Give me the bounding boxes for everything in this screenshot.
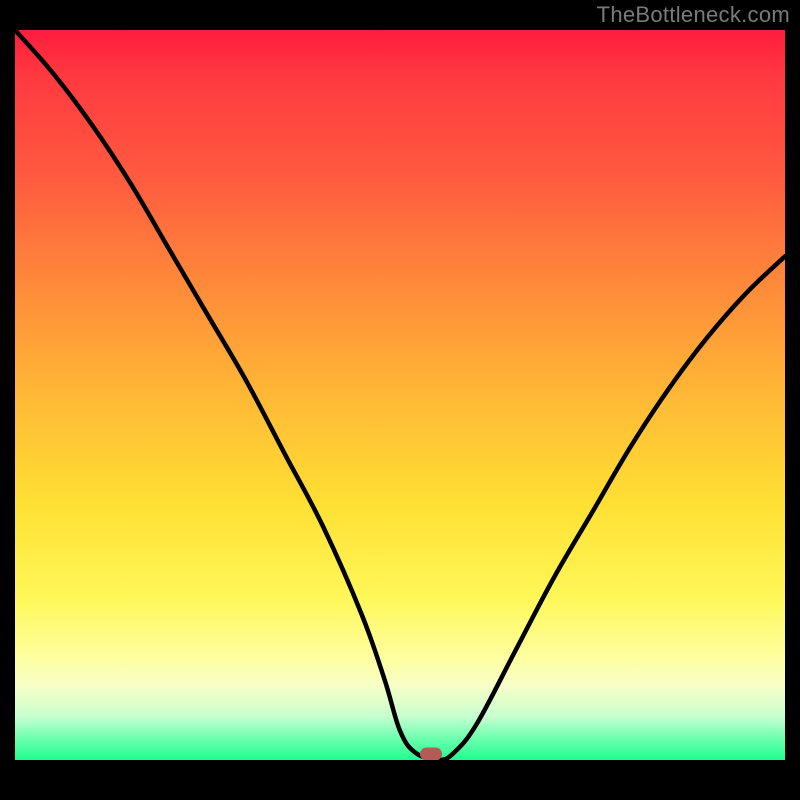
plot-outer [15, 30, 785, 785]
bottleneck-curve [15, 30, 785, 760]
optimal-point-marker [420, 748, 442, 761]
watermark-text: TheBottleneck.com [597, 2, 790, 28]
chart-frame: TheBottleneck.com [0, 0, 800, 800]
plot-area [15, 30, 785, 760]
